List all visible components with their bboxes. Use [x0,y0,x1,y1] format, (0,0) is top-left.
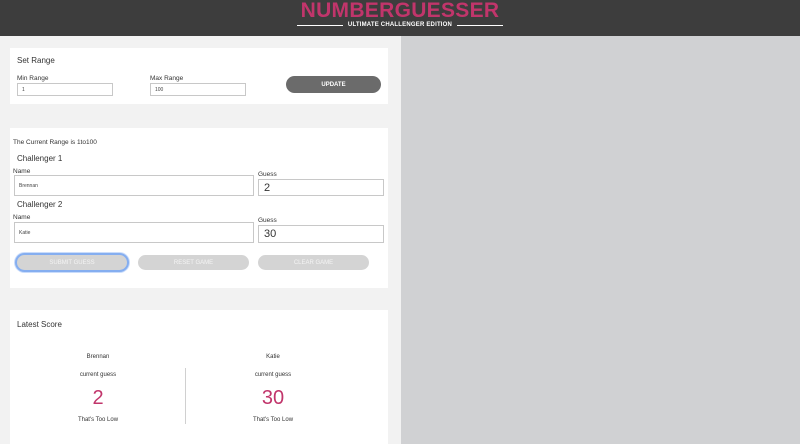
max-range-input[interactable]: 100 [150,83,246,96]
update-button[interactable]: UPDATE [286,76,381,93]
challenger1-heading: Challenger 1 [17,154,63,163]
set-range-heading: Set Range [17,56,55,65]
game-card: The Current Range is 1to100 Challenger 1… [10,128,388,288]
left-column: Set Range Min Range 1 Max Range 100 UPDA… [0,36,401,444]
subtitle-row: ULTIMATE CHALLENGER EDITION [0,22,800,28]
app-title: NUMBERGUESSER [300,0,500,22]
player2-name: Katie [266,354,280,360]
player1-name: Brennan [86,354,110,360]
current-range-text: The Current Range is 1to100 [13,139,97,146]
player2-caption: current guess [254,372,292,378]
player2-guess: 30 [261,387,285,409]
latest-score-heading: Latest Score [17,320,62,329]
challenger1-name-label: Name [13,168,31,175]
max-range-label: Max Range [150,75,184,82]
challenger2-guess-label: Guess [258,217,277,224]
player2-feedback: That's Too Low [252,417,294,423]
challenger1-name-input[interactable]: Brennan [14,175,254,196]
app-header: NUMBERGUESSER ULTIMATE CHALLENGER EDITIO… [0,0,800,36]
score-divider [185,368,186,424]
player1-feedback: That's Too Low [77,417,119,423]
challenger2-heading: Challenger 2 [17,200,63,209]
score-card-player1: Brennan current guess 2 That's Too Low [40,354,156,423]
min-range-input[interactable]: 1 [17,83,113,96]
clear-game-button[interactable]: CLEAR GAME [258,255,369,270]
submit-guess-button[interactable]: SUBMIT GUESS [15,253,129,272]
reset-game-button[interactable]: RESET GAME [138,255,249,270]
latest-score-card: Latest Score Brennan current guess 2 Tha… [10,310,388,444]
player1-guess: 2 [92,387,104,409]
min-range-label: Min Range [17,75,49,82]
challenger1-guess-input[interactable]: 2 [258,179,384,196]
subtitle-line-right [457,24,504,26]
challenger1-guess-label: Guess [258,171,277,178]
player1-caption: current guess [79,372,117,378]
app-subtitle: ULTIMATE CHALLENGER EDITION [347,22,453,28]
score-card-player2: Katie current guess 30 That's Too Low [215,354,331,423]
set-range-card: Set Range Min Range 1 Max Range 100 UPDA… [10,48,388,104]
subtitle-line-left [296,24,343,26]
challenger2-name-label: Name [13,214,31,221]
challenger2-guess-input[interactable]: 30 [258,225,384,243]
results-panel [401,36,800,444]
challenger2-name-input[interactable]: Katie [14,222,254,243]
